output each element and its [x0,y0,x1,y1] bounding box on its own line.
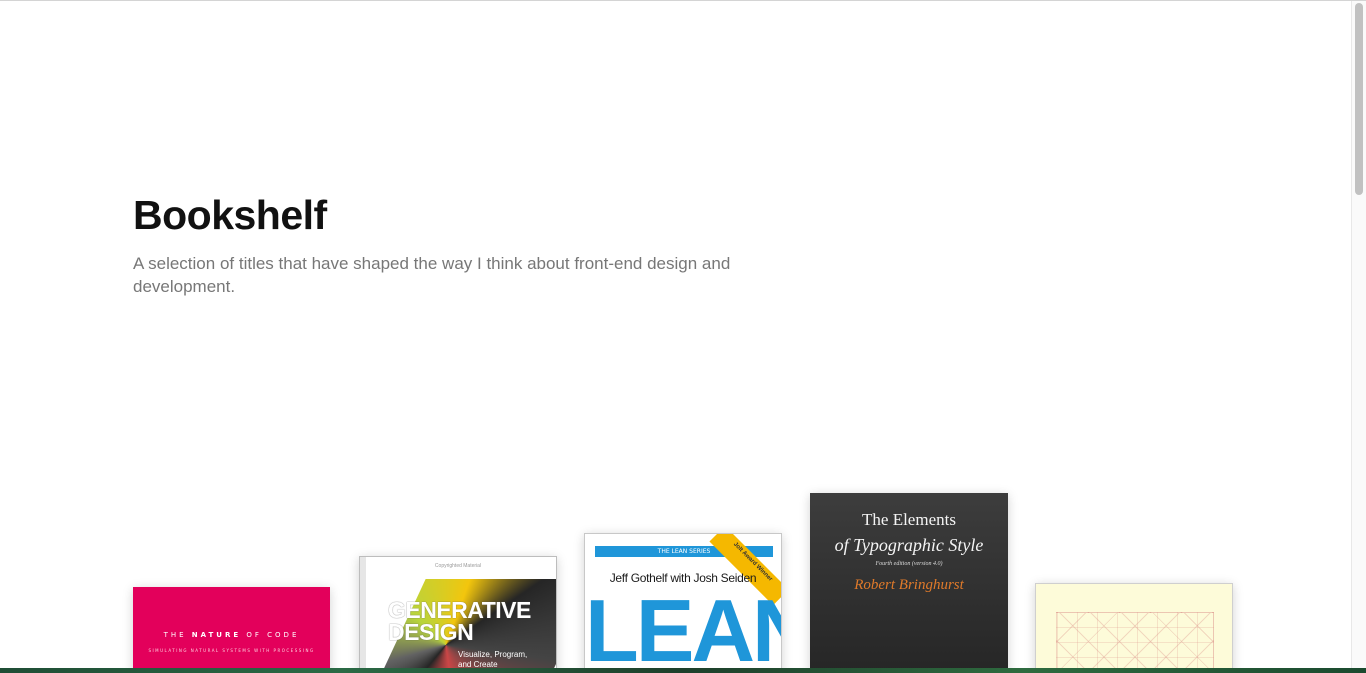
book-title-line1: The Elements [862,510,956,529]
book-title: THE NATURE OF CODE [163,631,300,639]
scrollbar-thumb[interactable] [1355,3,1363,195]
page-intro: A selection of titles that have shaped t… [133,254,731,296]
page-title: Bookshelf [133,192,327,238]
book-title-line2: of Typographic Style [834,535,984,555]
cover-grid-artwork [1056,612,1214,672]
book-author: Robert Bringhurst [854,577,964,593]
book-subtitle: Visualize, Program, and Create [458,650,528,669]
book-cover-elements-of-typographic-style[interactable]: The Elements of Typographic Style Fourth… [810,493,1008,673]
bottom-background-strip [0,668,1366,673]
book-cover-generative-design[interactable]: Copyrighted Material GENERATIVE DESIGN V… [359,556,557,673]
copyright-note: Copyrighted Material [434,563,482,569]
book-edition: Fourth edition (version 4.0) [875,561,943,567]
book-cover-grid-systems[interactable] [1035,583,1233,673]
book-title: LEAN [585,581,781,673]
book-cover-lean-ux[interactable]: THE LEAN SERIES Jolt Award Winner Jeff G… [584,533,782,673]
window-top-border [0,0,1366,1]
book-title-line2: DESIGN [388,619,474,645]
book-cover-nature-of-code[interactable]: THE NATURE OF CODE SIMULATING NATURAL SY… [133,587,330,673]
book-subtitle: SIMULATING NATURAL SYSTEMS WITH PROCESSI… [148,648,315,653]
vertical-scrollbar[interactable] [1351,1,1366,668]
book-spine-edge [360,557,366,672]
